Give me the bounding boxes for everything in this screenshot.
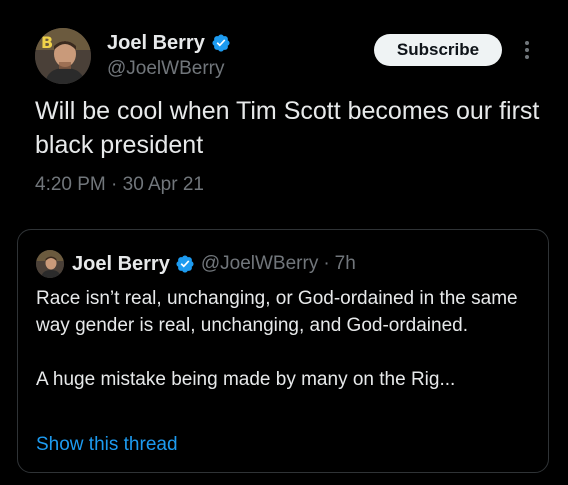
author-avatar-image: B	[35, 28, 91, 84]
verified-badge-icon	[212, 34, 230, 52]
tweet-text: Will be cool when Tim Scott becomes our …	[35, 97, 540, 159]
quoted-author-avatar	[36, 250, 64, 278]
more-vertical-icon[interactable]	[520, 38, 534, 62]
quoted-author-avatar-image	[36, 250, 64, 278]
tweet-timestamp[interactable]: 4:20 PM · 30 Apr 21	[35, 172, 204, 198]
quoted-tweet-time: 7h	[334, 253, 356, 274]
author-handle[interactable]: @JoelWBerry	[107, 56, 231, 82]
svg-text:B: B	[41, 33, 53, 52]
author-name-row: Joel Berry	[107, 30, 231, 56]
show-thread-link[interactable]: Show this thread	[36, 432, 178, 458]
quoted-tweet-text: Race isn’t real, unchanging, or God-orda…	[36, 285, 536, 393]
quoted-author-handle: @JoelWBerry	[200, 253, 319, 274]
quoted-author-name: Joel Berry	[72, 252, 170, 275]
quoted-tweet-header: Joel Berry @JoelWBerry · 7h	[72, 250, 356, 278]
author-block: Joel Berry @JoelWBerry	[107, 30, 231, 82]
author-avatar[interactable]: B	[35, 28, 91, 84]
quoted-separator: ·	[323, 253, 330, 274]
quoted-paragraph: A huge mistake being made by many on the…	[36, 369, 456, 390]
quoted-paragraph: Race isn’t real, unchanging, or God-orda…	[36, 288, 518, 336]
author-name[interactable]: Joel Berry	[107, 30, 205, 56]
verified-badge-icon	[176, 255, 194, 273]
subscribe-button[interactable]: Subscribe	[374, 34, 502, 66]
quoted-tweet-card[interactable]: Joel Berry @JoelWBerry · 7h Race isn’t r…	[17, 229, 549, 473]
